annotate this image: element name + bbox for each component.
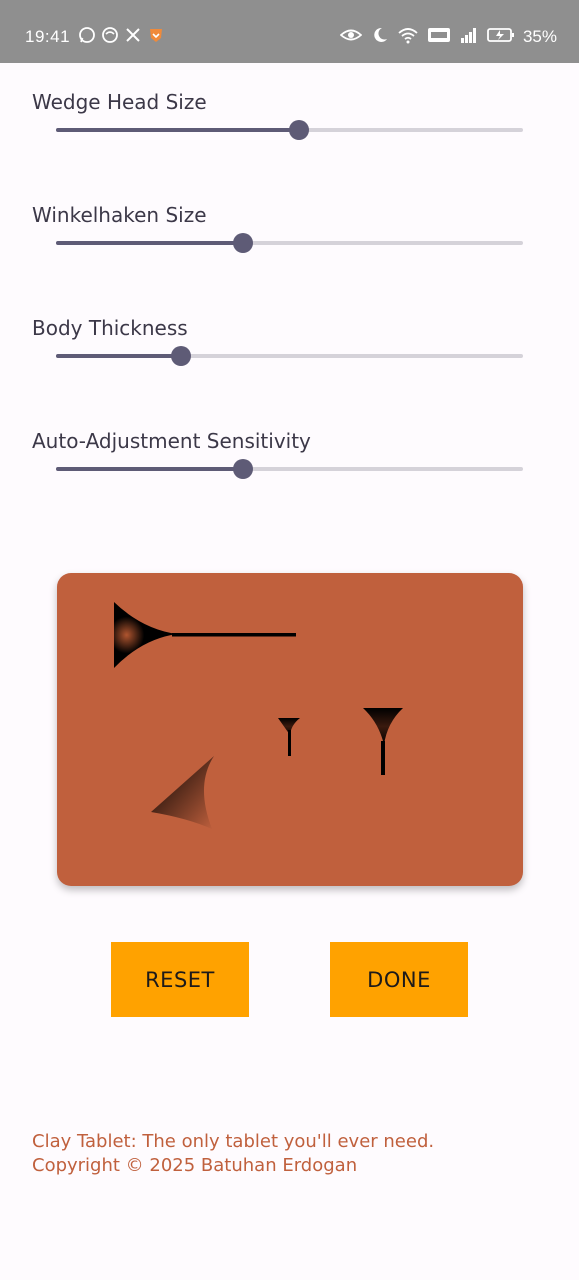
notification-icons xyxy=(78,26,165,44)
brave-icon xyxy=(150,29,162,42)
footer-tagline: Clay Tablet: The only tablet you'll ever… xyxy=(32,1131,435,1152)
vertical-wedge xyxy=(363,708,403,775)
small-vertical-wedge xyxy=(278,718,300,756)
horizontal-wedge xyxy=(114,602,296,668)
status-bar: 19:41 35% xyxy=(0,0,579,63)
reset-button[interactable]: RESET xyxy=(111,942,249,1017)
slider-active-track xyxy=(56,467,243,471)
slider-active-track xyxy=(56,354,181,358)
wifi-icon xyxy=(398,28,418,44)
signal-icon xyxy=(461,28,476,43)
battery-percentage: 35% xyxy=(522,27,557,46)
battery-charging-icon xyxy=(487,28,514,42)
auto-adjustment-sensitivity-label: Auto-Adjustment Sensitivity xyxy=(32,429,311,453)
instagram-icon xyxy=(102,27,118,43)
clay-tablet-preview[interactable] xyxy=(57,573,523,886)
whatsapp-icon xyxy=(79,27,95,43)
x-icon xyxy=(126,28,140,42)
slider-active-track xyxy=(56,128,299,132)
winkelhaken-size-label: Winkelhaken Size xyxy=(32,203,207,227)
body-thickness-setting: Body Thickness xyxy=(0,316,579,396)
footer: Clay Tablet: The only tablet you'll ever… xyxy=(32,1130,434,1178)
status-time: 19:41 xyxy=(25,27,71,46)
wedge-head-size-slider[interactable] xyxy=(56,120,523,140)
winkelhaken xyxy=(151,756,214,829)
auto-adjustment-sensitivity-setting: Auto-Adjustment Sensitivity xyxy=(0,429,579,509)
slider-active-track xyxy=(56,241,243,245)
footer-copyright: Copyright © 2025 Batuhan Erdogan xyxy=(32,1155,358,1176)
eye-icon xyxy=(340,29,362,41)
winkelhaken-size-setting: Winkelhaken Size xyxy=(0,203,579,283)
system-icons xyxy=(340,26,515,44)
auto-adjustment-sensitivity-slider[interactable] xyxy=(56,459,523,479)
slider-thumb[interactable] xyxy=(170,346,191,366)
volte-icon xyxy=(428,28,450,42)
body-thickness-label: Body Thickness xyxy=(32,316,188,340)
wedge-head-size-setting: Wedge Head Size xyxy=(0,90,579,170)
done-button[interactable]: DONE xyxy=(330,942,468,1017)
slider-thumb[interactable] xyxy=(288,120,309,140)
slider-thumb[interactable] xyxy=(232,233,253,253)
winkelhaken-size-slider[interactable] xyxy=(56,233,523,253)
body-thickness-slider[interactable] xyxy=(56,346,523,366)
slider-thumb[interactable] xyxy=(232,459,253,479)
cuneiform-marks xyxy=(114,602,403,829)
wedge-head-size-label: Wedge Head Size xyxy=(32,90,207,114)
moon-icon xyxy=(374,27,387,42)
